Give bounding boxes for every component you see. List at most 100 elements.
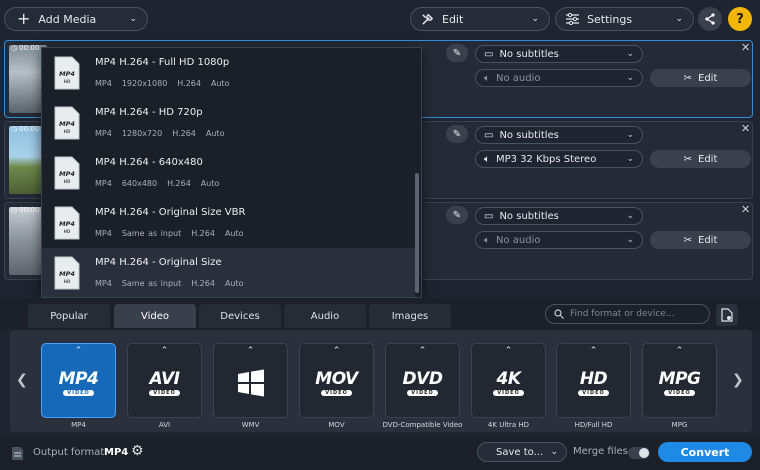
- format-logo: 4K: [496, 369, 521, 389]
- svg-text:MP4: MP4: [59, 270, 75, 278]
- share-button[interactable]: [698, 7, 722, 31]
- tools-icon: ✂: [683, 72, 692, 84]
- chevron-down-icon: ⌄: [531, 14, 539, 24]
- help-button[interactable]: ?: [728, 7, 752, 31]
- format-tile-avi[interactable]: ⌃ AVI VIDEO: [127, 343, 202, 418]
- audio-select[interactable]: 🔈︎ No audio ⌄: [475, 231, 643, 249]
- edit-file-button[interactable]: ✂ Edit: [650, 231, 751, 249]
- tab-images[interactable]: Images: [369, 304, 451, 328]
- subtitles-select[interactable]: ▭ No subtitles ⌄: [475, 207, 643, 225]
- duration: ◷ 00:00: [11, 125, 39, 133]
- format-logo: HD: [579, 369, 608, 389]
- preset-dropdown: MP4 HD MP4 H.264 - Full HD 1080p MP4 1920x10…: [41, 47, 422, 298]
- video-file-icon: MP4HD: [54, 106, 80, 140]
- format-tile-mpg[interactable]: ⌃ MPG VIDEO: [642, 343, 717, 418]
- format-tile-hd-full-hd[interactable]: ⌃ HD VIDEO: [556, 343, 631, 418]
- edit-file-button[interactable]: ✂ Edit: [650, 69, 751, 87]
- settings-button[interactable]: Settings ⌄: [555, 7, 694, 31]
- preset-item[interactable]: MP4 HD MP4 H.264 - Original Size MP4 Same as…: [42, 248, 415, 297]
- svg-text:HD: HD: [64, 179, 71, 184]
- preset-bitrate: Auto: [200, 179, 220, 188]
- tab-audio[interactable]: Audio: [284, 304, 366, 328]
- preset-details: MP4 Same as input H.264 Auto: [95, 279, 254, 288]
- tab-label: Video: [140, 310, 170, 322]
- close-icon[interactable]: ✕: [741, 41, 750, 54]
- file-settings-button[interactable]: [716, 304, 738, 326]
- gear-icon[interactable]: ⚙: [131, 443, 144, 459]
- plus-icon: +: [17, 9, 31, 28]
- format-tile-mp4[interactable]: ⌃ MP4 VIDEO: [41, 343, 116, 418]
- dropdown-scrollbar[interactable]: [415, 173, 419, 293]
- duration: ◷ 00:00: [11, 206, 39, 214]
- subtitles-select[interactable]: ▭ No subtitles ⌄: [475, 126, 643, 144]
- close-icon[interactable]: ✕: [741, 122, 750, 135]
- caret-up-icon: ⌃: [589, 346, 598, 356]
- svg-text:MP4: MP4: [59, 120, 75, 128]
- format-strip: [10, 330, 752, 432]
- preset-container: MP4: [95, 229, 112, 238]
- pen-button[interactable]: ✎: [446, 125, 468, 143]
- edit-file-label: Edit: [698, 153, 718, 165]
- audio-icon: 🔈︎: [484, 72, 490, 84]
- settings-label: Settings: [587, 12, 633, 26]
- add-media-button[interactable]: + Add Media ⌄: [4, 7, 148, 31]
- preset-codec: H.264: [191, 229, 215, 238]
- format-logo-sub: VIDEO: [63, 390, 94, 396]
- caret-up-icon: ⌃: [418, 346, 427, 356]
- chevron-down-icon: ⌄: [675, 14, 683, 24]
- bottom-bar: Output format: MP4 ⚙ Save to... ⌄ Merge …: [0, 438, 760, 470]
- audio-icon: 🔈︎: [484, 234, 490, 246]
- preset-title: MP4 H.264 - Original Size VBR: [95, 207, 246, 218]
- pen-icon: ✎: [452, 128, 462, 140]
- clock-icon: ◷: [11, 44, 18, 52]
- edit-menu-button[interactable]: Edit ⌄: [410, 7, 550, 31]
- pen-button[interactable]: ✎: [446, 206, 468, 224]
- format-tile-dvd-compatible-video[interactable]: ⌃ DVD VIDEO: [385, 343, 460, 418]
- subtitles-value: No subtitles: [499, 210, 559, 222]
- audio-icon: 🔈︎: [484, 153, 490, 165]
- duration: ◷ 00:00: [11, 44, 39, 52]
- format-tile-4k-ultra-hd[interactable]: ⌃ 4K VIDEO: [471, 343, 546, 418]
- format-tile-mov[interactable]: ⌃ MOV VIDEO: [299, 343, 374, 418]
- convert-button[interactable]: Convert: [658, 442, 752, 462]
- tab-video[interactable]: Video: [114, 304, 196, 328]
- audio-select[interactable]: 🔈︎ MP3 32 Kbps Stereo ⌄: [475, 150, 643, 168]
- preset-item[interactable]: MP4 HD MP4 H.264 - Original Size VBR MP4 Sam…: [42, 198, 415, 248]
- format-logo-sub: VIDEO: [149, 390, 180, 396]
- subtitle-icon: ▭: [484, 129, 494, 141]
- format-tile-wmv[interactable]: ⌃: [213, 343, 288, 418]
- edit-file-button[interactable]: ✂ Edit: [650, 150, 751, 168]
- video-file-icon: MP4HD: [54, 56, 80, 90]
- subtitles-select[interactable]: ▭ No subtitles ⌄: [475, 45, 643, 63]
- duration-text: 00:00: [19, 125, 40, 133]
- pen-icon: ✎: [452, 209, 462, 221]
- pen-icon: ✎: [452, 47, 462, 59]
- preset-item[interactable]: MP4 HD MP4 H.264 - HD 720p MP4 1280x720 H.264…: [42, 98, 415, 148]
- tab-popular[interactable]: Popular: [28, 304, 110, 328]
- save-to-button[interactable]: Save to... ⌄: [477, 442, 567, 462]
- pen-button[interactable]: ✎: [446, 44, 468, 62]
- tab-devices[interactable]: Devices: [199, 304, 281, 328]
- subtitle-icon: ▭: [484, 48, 494, 60]
- preset-container: MP4: [95, 129, 112, 138]
- format-label: 4K Ultra HD: [487, 421, 530, 429]
- chevron-right-icon[interactable]: ❯: [732, 372, 744, 388]
- chevron-down-icon: ⌄: [626, 73, 634, 83]
- file-settings-icon: [721, 308, 733, 322]
- preset-title: MP4 H.264 - Full HD 1080p: [95, 57, 230, 68]
- preset-title: MP4 H.264 - HD 720p: [95, 107, 203, 118]
- chevron-down-icon: ⌄: [626, 130, 634, 140]
- svg-text:HD: HD: [64, 279, 71, 284]
- video-file-icon: MP4HD: [54, 256, 80, 290]
- format-search-input[interactable]: Find format or device...: [545, 304, 710, 324]
- chevron-left-icon[interactable]: ❮: [16, 372, 28, 388]
- video-file-icon: MP4HD: [54, 156, 80, 190]
- preset-item[interactable]: MP4 HD MP4 H.264 - 640x480 MP4 640x480 H.264 A…: [42, 148, 415, 198]
- audio-select[interactable]: 🔈︎ No audio ⌄: [475, 69, 643, 87]
- svg-text:HD: HD: [64, 79, 71, 84]
- merge-files-toggle[interactable]: [628, 447, 650, 459]
- preset-codec: H.264: [172, 129, 196, 138]
- close-icon[interactable]: ✕: [741, 203, 750, 216]
- preset-item[interactable]: MP4 HD MP4 H.264 - Full HD 1080p MP4 1920x10…: [42, 48, 415, 98]
- audio-value: MP3 32 Kbps Stereo: [496, 153, 597, 165]
